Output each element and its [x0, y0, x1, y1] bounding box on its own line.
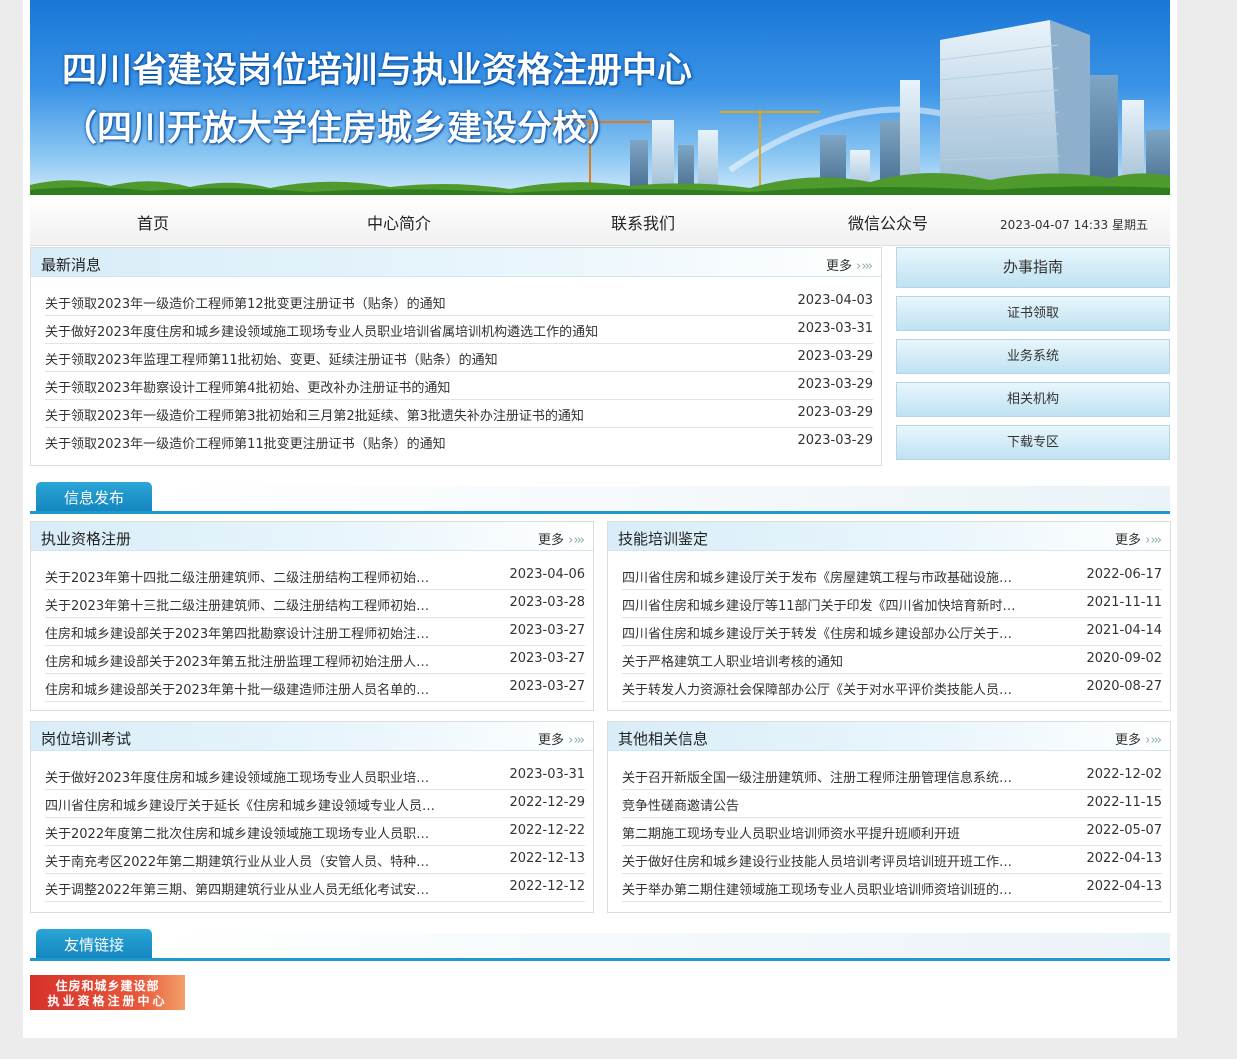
list-item[interactable]: 关于做好2023年度住房和城乡建设领域施工现场专业人员职业培训省属培训机构遴选工… — [45, 316, 873, 344]
list-item[interactable]: 住房和城乡建设部关于2023年第五批注册监理工程师初始注册人… 2023-03-2… — [45, 646, 585, 674]
list-item[interactable]: 四川省住房和城乡建设厅关于发布《房屋建筑工程与市政基础设施… 2022-06-17 — [622, 562, 1162, 590]
list-item[interactable]: 关于做好2023年度住房和城乡建设领域施工现场专业人员职业培… 2023-03-3… — [45, 762, 585, 790]
latest-news-panel: 最新消息 更多 › ››› 关于领取2023年一级造价工程师第12批变更注册证书（… — [30, 247, 882, 466]
more-link[interactable]: 更多 › ››› — [538, 529, 585, 548]
list-item[interactable]: 住房和城乡建设部关于2023年第十批一级建造师注册人员名单的… 2023-03-2… — [45, 674, 585, 702]
related-institutions-button[interactable]: 相关机构 — [896, 382, 1170, 417]
more-link[interactable]: 更多 › ››› — [538, 729, 585, 748]
list-item[interactable]: 四川省住房和城乡建设厅等11部门关于印发《四川省加快培育新时… 2021-11-1… — [622, 590, 1162, 618]
list-item[interactable]: 四川省住房和城乡建设厅关于延长《住房和城乡建设领域专业人员… 2022-12-29 — [45, 790, 585, 818]
current-datetime: 2023-04-07 14:33 星期五 — [1000, 218, 1148, 232]
list-item[interactable]: 住房和城乡建设部关于2023年第四批勘察设计注册工程师初始注… 2023-03-2… — [45, 618, 585, 646]
section-skills-training: 技能培训鉴定 更多 › ››› 四川省住房和城乡建设厅关于发布《房屋建筑工程与市政… — [607, 521, 1171, 711]
tab-friend-links[interactable]: 友情链接 — [36, 929, 152, 959]
chevrons-icon: › ››› — [568, 533, 585, 548]
skyline-illustration — [30, 20, 1170, 195]
section-list: 关于召开新版全国一级注册建筑师、注册工程师注册管理信息系统… 2022-12-02… — [622, 762, 1162, 902]
nav-item-wechat[interactable]: 微信公众号 — [848, 210, 928, 234]
list-item[interactable]: 关于南充考区2022年第二期建筑行业从业人员（安管人员、特种… 2022-12-1… — [45, 846, 585, 874]
business-system-button[interactable]: 业务系统 — [896, 339, 1170, 374]
info-release-tabbar: 信息发布 — [30, 482, 1170, 514]
logo-line2: 执业资格注册中心 — [47, 994, 168, 1008]
list-item[interactable]: 关于领取2023年一级造价工程师第11批变更注册证书（贴条）的通知 2023-03… — [45, 428, 873, 455]
list-item[interactable]: 关于做好住房和城乡建设行业技能人员培训考评员培训班开班工作… 2022-04-13 — [622, 846, 1162, 874]
panel-title: 岗位培训考试 — [41, 730, 132, 748]
site-title: 四川省建设岗位培训与执业资格注册中心 — [62, 50, 693, 91]
list-item[interactable]: 竞争性磋商邀请公告 2022-11-15 — [622, 790, 1162, 818]
page-container: 四川省建设岗位培训与执业资格注册中心 （四川开放大学住房城乡建设分校） 首页 中… — [23, 0, 1177, 1038]
panel-header: 执业资格注册 更多 › ››› — [31, 522, 593, 551]
list-item[interactable]: 关于2023年第十三批二级注册建筑师、二级注册结构工程师初始… 2023-03-2… — [45, 590, 585, 618]
list-item[interactable]: 关于2023年第十四批二级注册建筑师、二级注册结构工程师初始… 2023-04-0… — [45, 562, 585, 590]
mohurd-registration-center-link[interactable]: 住房和城乡建设部 执业资格注册中心 — [30, 975, 185, 1010]
list-item[interactable]: 关于领取2023年勘察设计工程师第4批初始、更改补办注册证书的通知 2023-03… — [45, 372, 873, 400]
list-item[interactable]: 关于领取2023年监理工程师第11批初始、变更、延续注册证书（贴条）的通知 202… — [45, 344, 873, 372]
section-post-training-exam: 岗位培训考试 更多 › ››› 关于做好2023年度住房和城乡建设领域施工现场专业… — [30, 721, 594, 913]
panel-title: 最新消息 — [41, 256, 102, 274]
download-zone-button[interactable]: 下载专区 — [896, 425, 1170, 460]
list-item[interactable]: 第二期施工现场专业人员职业培训师资水平提升班顺利开班 2022-05-07 — [622, 818, 1162, 846]
more-link[interactable]: 更多 › ››› — [826, 255, 873, 274]
more-link[interactable]: 更多 › ››› — [1115, 529, 1162, 548]
chevrons-icon: › ››› — [1145, 733, 1162, 748]
list-item[interactable]: 关于召开新版全国一级注册建筑师、注册工程师注册管理信息系统… 2022-12-02 — [622, 762, 1162, 790]
news-list: 关于领取2023年一级造价工程师第12批变更注册证书（贴条）的通知 2023-04… — [45, 288, 873, 455]
panel-title: 技能培训鉴定 — [618, 530, 709, 548]
certificate-pickup-button[interactable]: 证书领取 — [896, 296, 1170, 331]
more-link[interactable]: 更多 › ››› — [1115, 729, 1162, 748]
panel-header: 技能培训鉴定 更多 › ››› — [608, 522, 1170, 551]
guide-button[interactable]: 办事指南 — [896, 247, 1170, 288]
site-subtitle: （四川开放大学住房城乡建设分校） — [62, 108, 623, 149]
list-item[interactable]: 关于严格建筑工人职业培训考核的通知 2020-09-02 — [622, 646, 1162, 674]
panel-header: 岗位培训考试 更多 › ››› — [31, 722, 593, 751]
list-item[interactable]: 关于领取2023年一级造价工程师第12批变更注册证书（贴条）的通知 2023-04… — [45, 288, 873, 316]
panel-header: 其他相关信息 更多 › ››› — [608, 722, 1170, 751]
list-item[interactable]: 关于转发人力资源社会保障部办公厅《关于对水平评价类技能人员… 2020-08-27 — [622, 674, 1162, 702]
section-list: 关于做好2023年度住房和城乡建设领域施工现场专业人员职业培… 2023-03-3… — [45, 762, 585, 902]
nav-item-about[interactable]: 中心简介 — [367, 210, 431, 234]
panel-header: 最新消息 更多 › ››› — [31, 248, 881, 277]
nav-item-contact[interactable]: 联系我们 — [611, 210, 675, 234]
section-practice-registration: 执业资格注册 更多 › ››› 关于2023年第十四批二级注册建筑师、二级注册结构… — [30, 521, 594, 711]
list-item[interactable]: 四川省住房和城乡建设厅关于转发《住房和城乡建设部办公厅关于… 2021-04-14 — [622, 618, 1162, 646]
chevrons-icon: › ››› — [1145, 533, 1162, 548]
chevrons-icon: › ››› — [568, 733, 585, 748]
list-item[interactable]: 关于2022年度第二批次住房和城乡建设领域施工现场专业人员职… 2022-12-2… — [45, 818, 585, 846]
main-nav: 首页 中心简介 联系我们 微信公众号 2023-04-07 14:33 星期五 — [30, 195, 1170, 246]
section-list: 四川省住房和城乡建设厅关于发布《房屋建筑工程与市政基础设施… 2022-06-17… — [622, 562, 1162, 702]
list-item[interactable]: 关于领取2023年一级造价工程师第3批初始和三月第2批延续、第3批遗失补办注册证… — [45, 400, 873, 428]
section-list: 关于2023年第十四批二级注册建筑师、二级注册结构工程师初始… 2023-04-0… — [45, 562, 585, 702]
list-item[interactable]: 关于举办第二期住建领域施工现场专业人员职业培训师资培训班的… 2022-04-13 — [622, 874, 1162, 902]
panel-title: 其他相关信息 — [618, 730, 709, 748]
nav-item-home[interactable]: 首页 — [137, 210, 169, 234]
section-other-info: 其他相关信息 更多 › ››› 关于召开新版全国一级注册建筑师、注册工程师注册管理… — [607, 721, 1171, 913]
friend-links-tabbar: 友情链接 — [30, 929, 1170, 961]
chevrons-icon: › ››› — [856, 259, 873, 274]
list-item[interactable]: 关于调整2022年第三期、第四期建筑行业从业人员无纸化考试安… 2022-12-1… — [45, 874, 585, 902]
panel-title: 执业资格注册 — [41, 530, 132, 548]
header-banner: 四川省建设岗位培训与执业资格注册中心 （四川开放大学住房城乡建设分校） — [30, 0, 1170, 195]
tab-info-release[interactable]: 信息发布 — [36, 482, 152, 512]
